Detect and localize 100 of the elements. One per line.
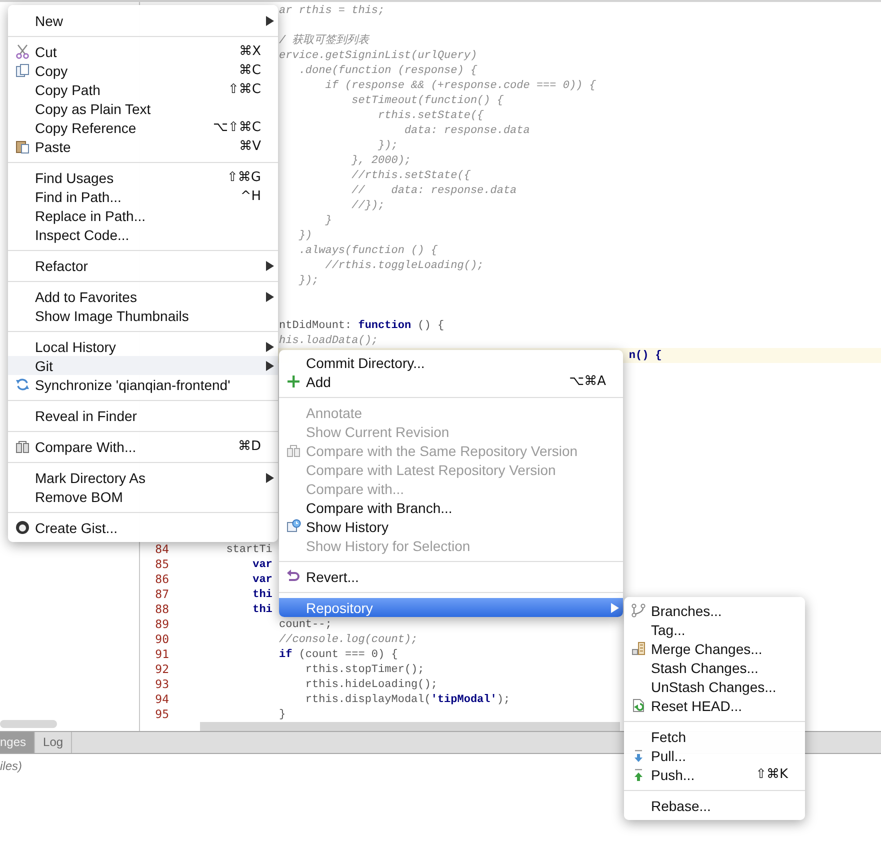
line-number: 93 bbox=[155, 677, 169, 692]
tab[interactable]: Log bbox=[35, 732, 72, 753]
shortcut-label: ⇧⌘G bbox=[227, 170, 261, 185]
menu-item[interactable]: Compare with Branch... bbox=[279, 498, 623, 517]
menu-item[interactable]: Create Gist... bbox=[8, 518, 278, 537]
code-line: } bbox=[325, 214, 332, 226]
code-line: var bbox=[252, 558, 272, 570]
menu-item[interactable]: Copy Reference ⌥⇧⌘C bbox=[8, 118, 278, 137]
menu-item[interactable]: Add to Favorites bbox=[8, 287, 278, 306]
menu-item[interactable]: Find Usages ⇧⌘G bbox=[8, 168, 278, 187]
line-number: 86 bbox=[155, 572, 169, 587]
menu-item[interactable]: Copy Path ⇧⌘C bbox=[8, 80, 278, 99]
documents-icon bbox=[15, 439, 30, 454]
menu-item[interactable]: Copy ⌘C bbox=[8, 61, 278, 80]
code-line: rthis.hideLoading(); bbox=[305, 678, 438, 690]
menu-item[interactable]: Reset HEAD... bbox=[624, 696, 805, 715]
code-line: thi bbox=[252, 604, 272, 616]
code-line: ar rthis = this; bbox=[279, 4, 385, 16]
branch-icon bbox=[631, 603, 646, 618]
menu-item[interactable]: Mark Directory As bbox=[8, 468, 278, 487]
shortcut-label: ⇧⌘K bbox=[756, 767, 788, 782]
sync-icon bbox=[15, 377, 30, 392]
menu-item[interactable]: Repository bbox=[279, 598, 623, 617]
code-line: //}); bbox=[352, 200, 385, 212]
code-line: rthis.setState({ bbox=[378, 110, 484, 122]
menu-item[interactable]: Find in Path... ^H bbox=[8, 187, 278, 206]
shortcut-label: ⌘V bbox=[239, 139, 261, 154]
code-line: rthis.stopTimer(); bbox=[305, 664, 424, 676]
line-number: 89 bbox=[155, 617, 169, 632]
menu-item[interactable]: Fetch bbox=[624, 727, 805, 746]
shortcut-label: ⌥⇧⌘C bbox=[213, 120, 261, 135]
menu-item[interactable]: Synchronize 'qianqian-frontend' bbox=[8, 375, 278, 394]
merge-icon bbox=[631, 641, 646, 656]
menu-item[interactable]: Cut ⌘X bbox=[8, 42, 278, 61]
undo-icon bbox=[286, 569, 301, 584]
code-line: n() { bbox=[628, 350, 662, 362]
shortcut-label: ⌘X bbox=[239, 44, 261, 59]
code-line: }) bbox=[298, 230, 312, 242]
code-line: }); bbox=[298, 274, 319, 286]
code-line: ervice.getSigninList(urlQuery) bbox=[279, 50, 478, 62]
scrollbar[interactable] bbox=[200, 722, 620, 731]
menu-item[interactable]: Commit Directory... bbox=[279, 353, 623, 372]
copy-icon bbox=[15, 63, 30, 78]
paste-icon bbox=[15, 139, 30, 154]
code-line: ntDidMount: function () { bbox=[279, 320, 444, 332]
menu-item[interactable]: Reveal in Finder bbox=[8, 406, 278, 425]
menu-item[interactable]: Rebase... bbox=[624, 796, 805, 815]
line-number: 85 bbox=[155, 557, 169, 572]
status-text: iles) bbox=[0, 759, 22, 773]
menu-item[interactable]: Show Image Thumbnails bbox=[8, 306, 278, 325]
code-line: rthis.displayModal('tipModal'); bbox=[305, 694, 510, 706]
menu-item[interactable]: Compare With... ⌘D bbox=[8, 437, 278, 456]
menu-item[interactable]: Refactor bbox=[8, 256, 278, 275]
code-line: .done(function (response) { bbox=[298, 64, 478, 76]
menu-item[interactable]: Remove BOM bbox=[8, 487, 278, 506]
menu-item[interactable]: Push... ⇧⌘K bbox=[624, 765, 805, 784]
line-number: 95 bbox=[155, 707, 169, 722]
code-line: //rthis.toggleLoading(); bbox=[325, 260, 484, 272]
code-line: }); bbox=[378, 140, 398, 152]
shortcut-label: ⌥⌘A bbox=[569, 374, 606, 389]
menu-item[interactable]: New bbox=[8, 11, 278, 30]
code-line: //rthis.setState({ bbox=[352, 170, 470, 182]
menu-item[interactable]: Git bbox=[8, 356, 278, 375]
line-number: 94 bbox=[155, 692, 169, 707]
menu-item[interactable]: Show History bbox=[279, 517, 623, 536]
code-line: count--; bbox=[279, 618, 332, 630]
menu-item[interactable]: UnStash Changes... bbox=[624, 677, 805, 696]
menu-item[interactable]: Merge Changes... bbox=[624, 639, 805, 658]
menu-item[interactable]: Copy as Plain Text bbox=[8, 99, 278, 118]
menu-item[interactable]: Tag... bbox=[624, 620, 805, 639]
code-line: setTimeout(function() { bbox=[352, 94, 504, 106]
code-line: var bbox=[252, 574, 272, 586]
code-line: //console.log(count); bbox=[279, 634, 418, 646]
line-number: 92 bbox=[155, 662, 169, 677]
line-number: 88 bbox=[155, 602, 169, 617]
plus-icon bbox=[286, 374, 301, 389]
menu-item[interactable]: Replace in Path... bbox=[8, 206, 278, 225]
menu-item[interactable]: Inspect Code... bbox=[8, 225, 278, 244]
code-line: } bbox=[279, 708, 286, 720]
shortcut-label: ⇧⌘C bbox=[228, 82, 261, 97]
scrollbar[interactable] bbox=[0, 720, 57, 728]
menu-item[interactable]: Paste ⌘V bbox=[8, 137, 278, 156]
menu-item[interactable]: Local History bbox=[8, 337, 278, 356]
line-number: 87 bbox=[155, 587, 169, 602]
code-line: his.loadData(); bbox=[279, 334, 378, 346]
clock-icon bbox=[286, 519, 301, 534]
code-line: .always(function () { bbox=[298, 244, 438, 256]
menu-item[interactable]: Branches... bbox=[624, 601, 805, 620]
line-number: 84 bbox=[155, 542, 169, 557]
document-icon bbox=[631, 698, 646, 713]
menu-item[interactable]: Stash Changes... bbox=[624, 658, 805, 677]
scissors-icon bbox=[15, 44, 30, 59]
menu-item[interactable]: Add ⌥⌘A bbox=[279, 372, 623, 391]
code-line: if (response && (+response.code === 0)) { bbox=[325, 80, 596, 92]
round-logo-icon bbox=[15, 520, 30, 535]
documents-icon bbox=[286, 443, 301, 458]
menu-item[interactable]: Pull... bbox=[624, 746, 805, 765]
code-line: // data: response.data bbox=[352, 184, 517, 196]
menu-item[interactable]: Revert... bbox=[279, 567, 623, 586]
shortcut-label: ^H bbox=[240, 189, 261, 204]
